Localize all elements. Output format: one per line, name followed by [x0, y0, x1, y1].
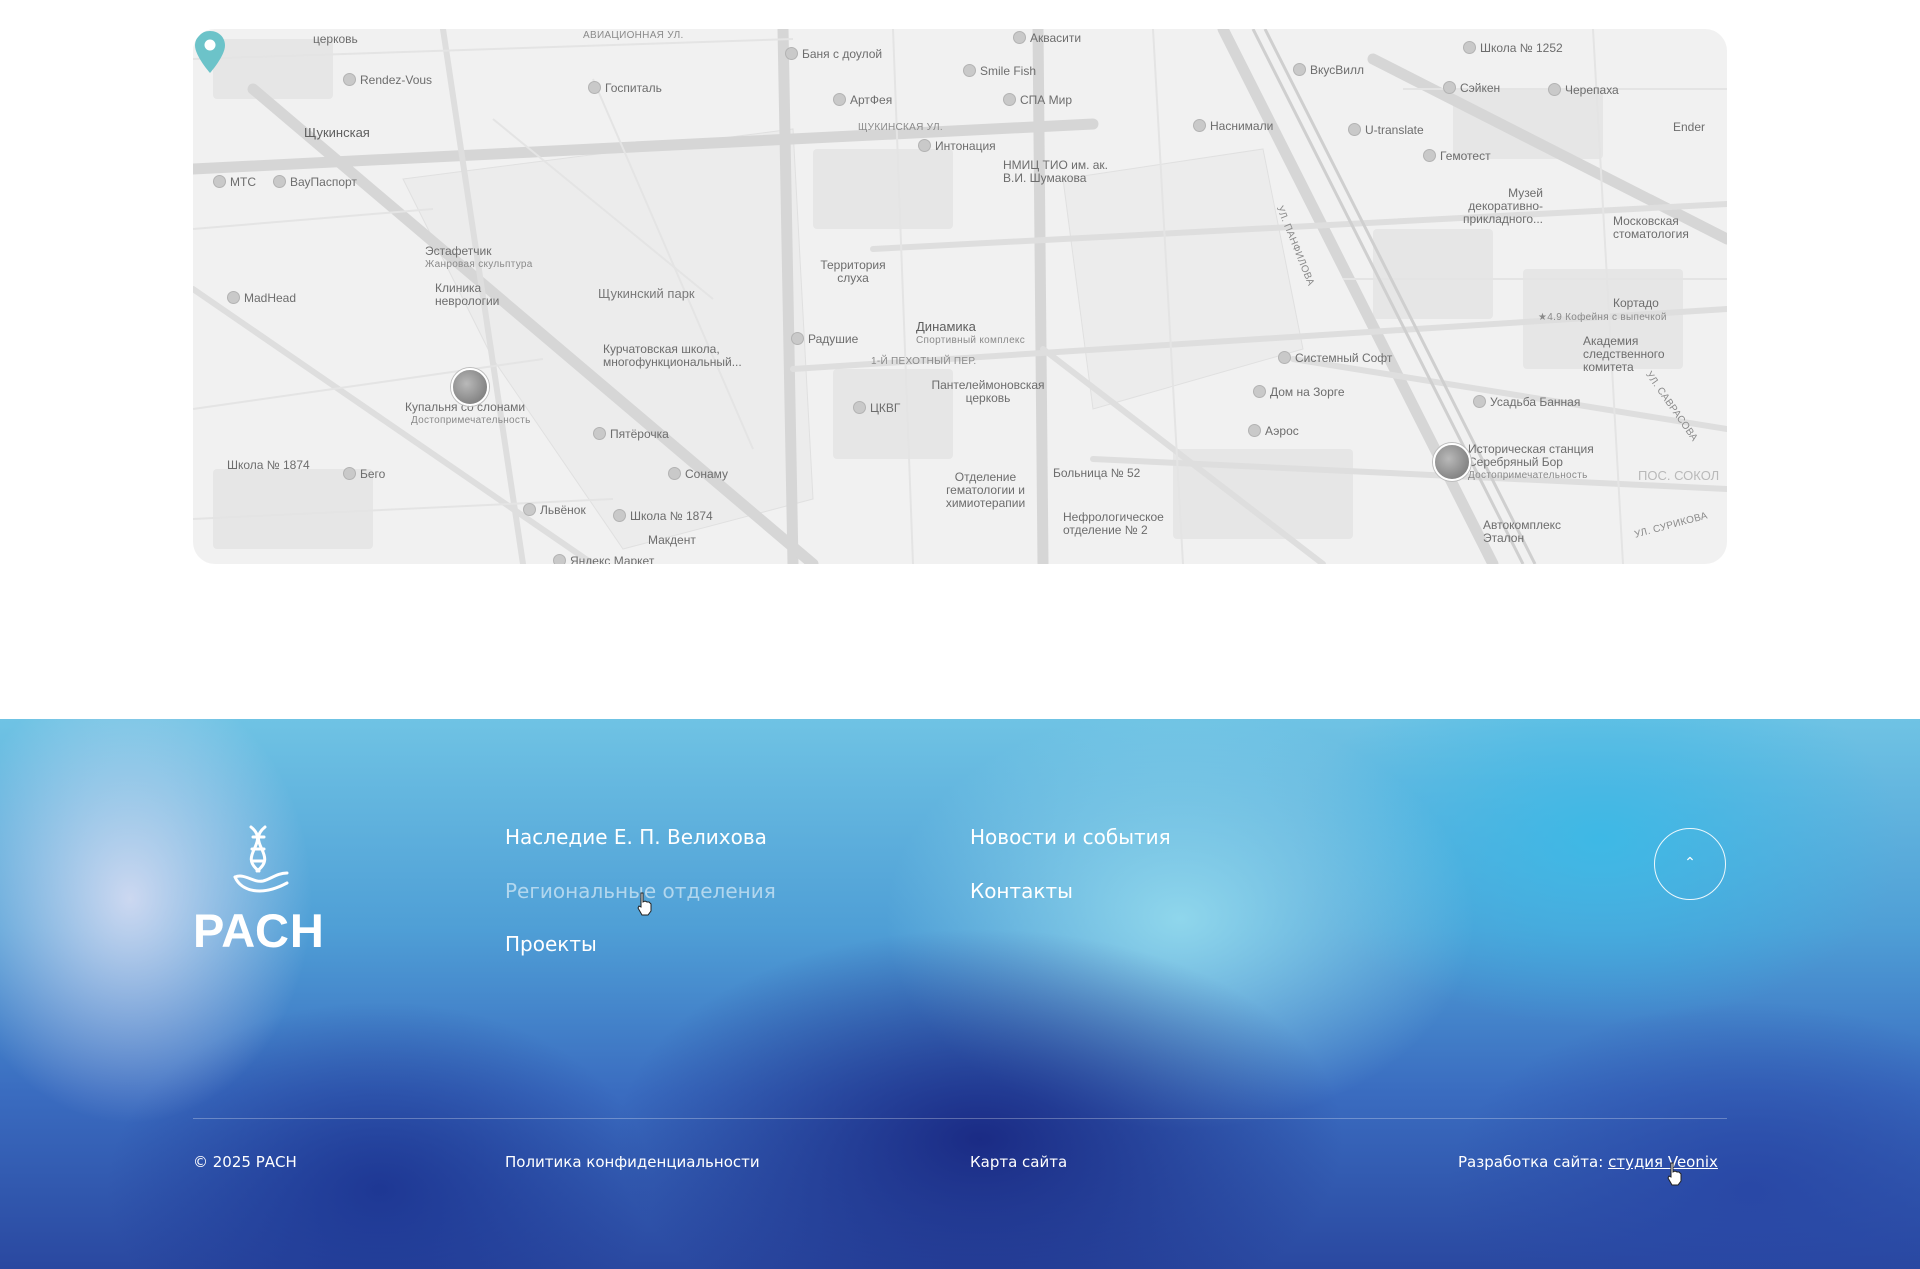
footer-divider	[193, 1118, 1727, 1119]
map-label: церковь	[313, 32, 358, 46]
developer-studio-link[interactable]: студия Veonix	[1608, 1153, 1718, 1171]
poi-label: Rendez-Vous	[343, 73, 432, 87]
poi-label: Черепаха	[1548, 83, 1619, 97]
map-label: Историческая станция Серебряный Бор	[1468, 442, 1594, 469]
poi-label: ВауПаспорт	[273, 175, 357, 189]
poi-label: Гемотест	[1423, 149, 1491, 163]
map-label: Достопримечательность	[411, 415, 531, 426]
poi-label: Пятёрочка	[593, 427, 669, 441]
poi-label: Сэйкен	[1443, 81, 1500, 95]
nav-link-projects[interactable]: Проекты	[505, 932, 597, 956]
district-label: ПОС. СОКОЛ	[1638, 468, 1720, 483]
nav-link-news[interactable]: Новости и события	[970, 825, 1171, 849]
map-label: Музей декоративно-прикладного...	[1462, 186, 1543, 226]
map-label: Эстафетчик	[425, 244, 492, 258]
map-label: Достопримечательность	[1468, 470, 1588, 481]
hand-cursor-icon	[1667, 1162, 1682, 1186]
map-label: Автокомплекс Эталон	[1483, 518, 1562, 545]
poi-label: ЦКВГ	[853, 401, 900, 415]
landmark-photo-marker[interactable]	[1433, 443, 1471, 481]
poi-label: ВкусВилл	[1293, 63, 1364, 77]
landmark-photo-marker[interactable]	[451, 368, 489, 406]
chevron-up-icon: ⌃	[1684, 855, 1696, 872]
privacy-policy-link[interactable]: Политика конфиденциальности	[505, 1153, 760, 1171]
street-label: АВИАЦИОННАЯ УЛ.	[583, 30, 684, 41]
map-label: Школа № 1874	[227, 458, 310, 472]
map-label: ★4.9 Кофейня с выпечкой	[1538, 312, 1667, 323]
sitemap-link[interactable]: Карта сайта	[970, 1153, 1067, 1171]
poi-label: Баня с доулой	[785, 47, 882, 61]
nav-link-legacy[interactable]: Наследие Е. П. Велихова	[505, 825, 767, 849]
map-label: Спортивный комплекс	[916, 335, 1026, 346]
poi-label: Дом на Зорге	[1253, 385, 1345, 399]
footer-logo[interactable]: РАСН	[193, 825, 333, 957]
poi-label: Аквасити	[1013, 31, 1081, 45]
poi-label: Smile Fish	[963, 64, 1036, 78]
map-label: Курчатовская школа, многофункциональный.…	[603, 342, 742, 369]
poi-label: Бего	[343, 467, 385, 481]
poi-label: Аэрос	[1248, 424, 1299, 438]
site-footer: РАСН Наследие Е. П. Велихова Региональны…	[0, 719, 1920, 1269]
map-label: НМИЦ ТИО им. ак. В.И. Шумакова	[1003, 158, 1108, 185]
map-widget[interactable]: АВИАЦИОННАЯ УЛ. церковь Щукинская Rendez…	[193, 29, 1727, 564]
poi-label: Яндекс Маркет	[553, 554, 654, 565]
map-label: Больница № 52	[1053, 466, 1141, 480]
poi-label: АртФея	[833, 93, 892, 107]
developer-credit-label: Разработка сайта:	[1458, 1153, 1604, 1171]
poi-label: Наснимали	[1193, 119, 1273, 133]
map-label: Территория слуха	[820, 258, 886, 285]
poi-label: U-translate	[1348, 123, 1424, 137]
scroll-to-top-button[interactable]: ⌃	[1654, 828, 1726, 900]
poi-label: Интонация	[918, 139, 996, 153]
hand-cursor-icon	[637, 892, 652, 916]
map-label: Академия следственного комитета	[1583, 334, 1665, 374]
map-label: Клиника неврологии	[435, 281, 500, 308]
poi-label: Усадьба Банная	[1473, 395, 1580, 409]
map-label: Жанровая скульптура	[425, 259, 533, 270]
street-label: 1-Й ПЕХОТНЫЙ ПЕР.	[871, 356, 977, 367]
poi-label: Радушие	[791, 332, 858, 346]
map-label: Отделение гематологии и химиотерапии	[945, 470, 1026, 510]
map-label: Московская стоматология	[1613, 214, 1689, 241]
poi-label: Львёнок	[523, 503, 586, 517]
poi-label: MadHead	[227, 291, 296, 305]
logo-wordmark: РАСН	[193, 904, 325, 957]
poi-label: МТС	[213, 175, 256, 189]
poi-label: СПА Мир	[1003, 93, 1072, 107]
map-label: Кортадо	[1613, 296, 1659, 310]
nav-link-contacts[interactable]: Контакты	[970, 879, 1073, 903]
street-label: ЩУКИНСКАЯ УЛ.	[858, 122, 943, 133]
map-label: Макдент	[648, 533, 696, 547]
park-label: Щукинский парк	[598, 286, 695, 301]
poi-label: Школа № 1874	[613, 509, 713, 523]
poi-label: Сонаму	[668, 467, 728, 481]
poi-label: Школа № 1252	[1463, 41, 1563, 55]
map-label: Ender	[1673, 120, 1706, 134]
location-pin-icon[interactable]	[193, 29, 227, 75]
poi-label: Госпиталь	[588, 81, 662, 95]
copyright: © 2025 РАСН	[193, 1153, 297, 1171]
map-label: Динамика	[916, 319, 976, 334]
poi-label: Системный Софт	[1278, 351, 1392, 365]
map-label: Пантелеймоновская церковь	[931, 378, 1045, 405]
map-label: Нефрологическое отделение № 2	[1063, 510, 1164, 537]
dna-hand-logo-icon	[233, 825, 289, 893]
metro-label: Щукинская	[304, 125, 370, 140]
